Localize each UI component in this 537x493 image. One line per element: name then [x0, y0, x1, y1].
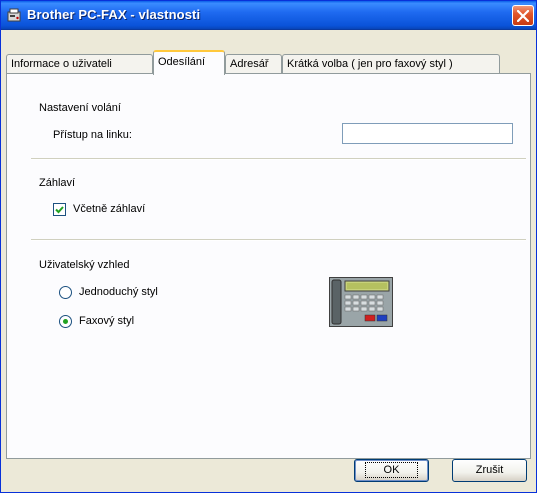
ok-button[interactable]: OK — [354, 459, 429, 482]
simple-style-radio[interactable] — [59, 286, 72, 299]
tab-sending[interactable]: Odesílání — [153, 50, 225, 75]
fax-machine-icon — [329, 277, 393, 327]
close-icon — [517, 10, 529, 22]
separator — [31, 239, 526, 241]
header-heading: Záhlaví — [39, 177, 76, 189]
close-button[interactable] — [512, 5, 534, 26]
include-header-checkbox[interactable] — [53, 203, 66, 216]
line-access-label: Přístup na linku: — [53, 129, 132, 141]
pc-fax-app-icon — [6, 7, 22, 23]
line-access-input[interactable] — [342, 123, 513, 144]
title-bar[interactable]: Brother PC-FAX - vlastnosti — [1, 1, 536, 30]
simple-style-label[interactable]: Jednoduchý styl — [79, 286, 158, 298]
include-header-label[interactable]: Včetně záhlaví — [73, 203, 145, 215]
ok-button-label: OK — [364, 462, 419, 478]
dial-settings-heading: Nastavení volání — [39, 102, 121, 114]
user-interface-heading: Uživatelský vzhled — [39, 259, 130, 271]
tab-speed-dial[interactable]: Krátká volba ( jen pro faxový styl ) — [282, 54, 500, 74]
tab-address-book[interactable]: Adresář — [225, 54, 282, 74]
cancel-button[interactable]: Zrušit — [452, 459, 527, 482]
window-title: Brother PC-FAX - vlastnosti — [27, 7, 201, 22]
separator — [31, 158, 526, 160]
fax-style-label[interactable]: Faxový styl — [79, 315, 134, 327]
checkmark-icon — [55, 206, 64, 214]
tab-user-information[interactable]: Informace o uživateli — [6, 54, 153, 74]
fax-style-radio[interactable] — [59, 315, 72, 328]
properties-dialog: Brother PC-FAX - vlastnosti Informace o … — [0, 0, 537, 493]
